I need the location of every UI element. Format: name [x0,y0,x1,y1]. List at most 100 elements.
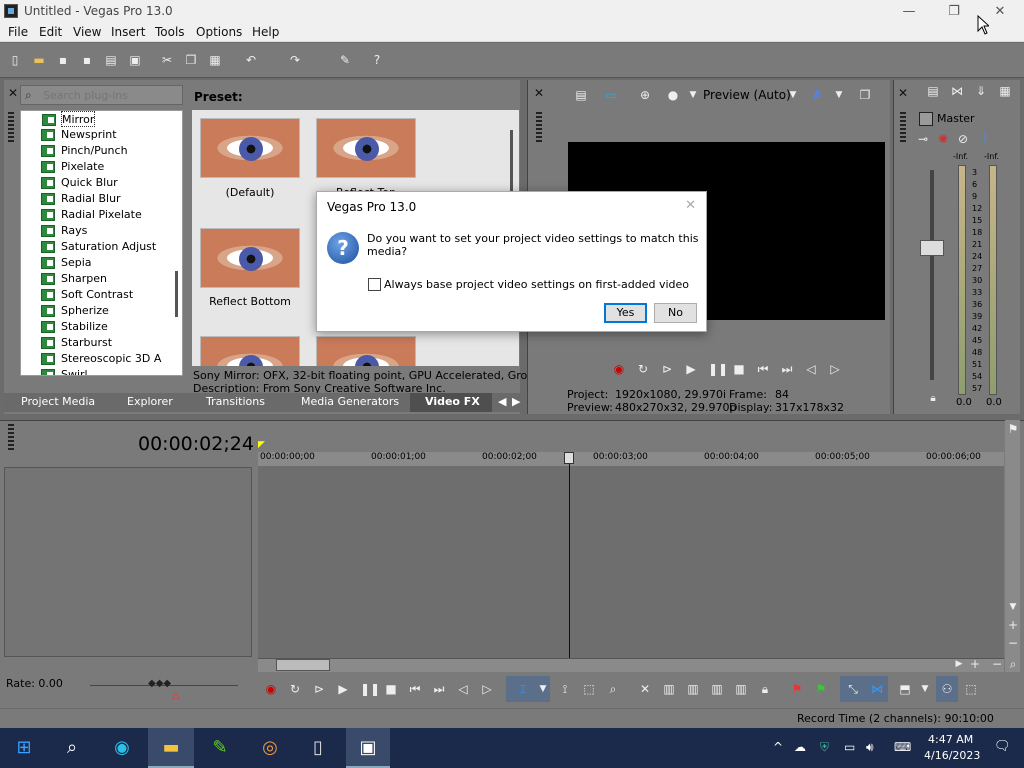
file-explorer-icon[interactable]: ▬ [157,734,185,762]
auto-crossfade-icon[interactable]: ⋈ [870,682,884,696]
stop-icon[interactable]: ■ [384,682,398,696]
menu-insert[interactable]: Insert [111,25,145,39]
edge-icon[interactable]: ◉ [108,734,136,762]
split-screen-icon[interactable]: ⊕ [638,88,652,102]
brush-icon[interactable]: ✎ [338,53,352,67]
master-fader-handle[interactable] [920,240,944,256]
ignore-grouping-icon[interactable]: ⬚ [964,682,978,696]
next-frame-icon[interactable]: ▷ [480,682,494,696]
rate-slider-handle-icon[interactable]: ◆◆◆ [148,678,171,689]
enable-snapping-icon[interactable]: ⤡ [846,682,860,696]
tree-item[interactable]: Stereoscopic 3D A [41,351,161,367]
tab-transitions[interactable]: Transitions [206,395,265,408]
loop-start-marker-icon[interactable]: ◤ [258,440,265,450]
go-to-end-icon[interactable]: ⏭ [780,362,794,376]
tree-item[interactable]: Starburst [41,335,112,351]
cloud-icon[interactable]: ☁ [794,740,806,754]
copy-snapshot-icon[interactable]: ❐ [858,88,872,102]
tree-item[interactable]: Swirl [41,367,88,375]
go-to-start-icon[interactable]: ⏮ [408,682,422,696]
search-icon[interactable]: ⌕ [58,734,86,762]
tree-item[interactable]: Radial Blur [41,191,121,207]
tree-item[interactable]: Saturation Adjust [41,239,156,255]
clock-time[interactable]: 4:47 AM [928,733,973,746]
insert-marker-icon[interactable]: ⚑ [790,682,804,696]
tree-item[interactable]: Radial Pixelate [41,207,142,223]
chrome-icon[interactable]: ◎ [256,734,284,762]
document-app-icon[interactable]: ▯ [304,734,332,762]
tray-overflow-icon[interactable]: ^ [773,740,783,754]
auto-ripple-icon[interactable]: ⬒ [898,682,912,696]
selection-tool-icon[interactable]: ⬚ [582,682,596,696]
solo-icon[interactable]: ! [978,132,992,146]
dialog-close-icon[interactable]: ✕ [685,198,696,213]
loop-icon[interactable]: ↻ [288,682,302,696]
scroll-right-icon[interactable]: ▶ [952,657,966,671]
lock-icon[interactable]: 🔒︎ [926,392,940,406]
tree-item[interactable]: Sepia [41,255,92,271]
copy-icon[interactable]: ❐ [184,53,198,67]
keyboard-icon[interactable]: ⌨ [894,740,911,754]
play-icon[interactable]: ▶ [684,362,698,376]
split-icon[interactable]: ▥ [686,682,700,696]
tab-explorer[interactable]: Explorer [127,395,173,408]
preview-quality-icon[interactable]: ● [666,88,680,102]
pause-icon[interactable]: ❚❚ [360,682,380,696]
tab-media-generators[interactable]: Media Generators [301,395,399,408]
tab-scroll-right-icon[interactable]: ▶ [512,395,520,408]
mixer-close-icon[interactable]: ✕ [898,86,908,100]
go-to-start-icon[interactable]: ⏮ [756,362,770,376]
next-frame-icon[interactable]: ▷ [828,362,842,376]
search-input[interactable] [43,88,179,103]
always-base-checkbox[interactable] [368,278,381,291]
timeline-v-scrollbar[interactable] [1005,420,1020,672]
zoom-tool-icon[interactable]: ⌕ [1006,657,1020,671]
network-icon[interactable]: ▭ [844,740,855,754]
time-ruler[interactable]: 00:00:00;00 00:00:01;00 00:00:02;00 00:0… [258,452,1004,466]
properties-icon[interactable]: ▣ [128,53,142,67]
overlays-icon[interactable]: # [810,88,824,102]
mute-icon[interactable]: ⊘ [956,132,970,146]
record-icon[interactable]: ◉ [264,682,278,696]
preview-mode-select[interactable]: Preview (Auto) [703,88,791,102]
preview-grip[interactable] [536,112,542,142]
maximize-button[interactable]: ❐ [931,0,977,23]
h-scroll-thumb[interactable] [276,659,330,671]
vegas-taskbar-icon[interactable]: ▣ [354,734,382,762]
menu-options[interactable]: Options [196,25,242,39]
dim-output-icon[interactable]: ⇓ [974,84,988,98]
paste-icon[interactable]: ▦ [208,53,222,67]
mixer-layout-icon[interactable]: ▦ [998,84,1012,98]
preset-thumb[interactable] [316,336,416,366]
record-icon[interactable]: ◉ [612,362,626,376]
minimize-button[interactable]: — [886,0,932,23]
zoom-in-vertical-icon[interactable]: + [1006,618,1020,632]
menu-edit[interactable]: Edit [39,25,62,39]
preview-mode-dropdown-icon[interactable]: ▼ [786,88,800,102]
volume-icon[interactable]: 🔊︎ [866,740,874,755]
envelope-tool-icon[interactable]: ⟟ [558,682,572,696]
always-base-checkbox-label[interactable]: Always base project video settings on fi… [384,278,689,291]
zoom-edit-tool-icon[interactable]: ⌕ [606,682,620,696]
new-file-icon[interactable]: ▯ [8,53,22,67]
zoom-out-vertical-icon[interactable]: − [1006,636,1020,650]
overlays-dropdown-icon[interactable]: ▼ [832,88,846,102]
preset-thumb-reflect-top[interactable] [316,118,416,178]
tree-v-scrollbar[interactable] [175,271,178,317]
tree-item[interactable]: Stabilize [41,319,108,335]
tree-item[interactable]: Pinch/Punch [41,143,128,159]
scroll-down-icon[interactable]: ▼ [1006,600,1020,614]
notepad-app-icon[interactable]: ✎ [206,734,234,762]
yes-button[interactable]: Yes [604,303,647,323]
trim-end-icon[interactable]: ▥ [734,682,748,696]
preset-thumb[interactable] [200,336,300,366]
preset-thumb-reflect-bottom[interactable] [200,228,300,288]
tab-project-media[interactable]: Project Media [21,395,95,408]
preset-thumb-default[interactable] [200,118,300,178]
timeline-tracks[interactable] [258,466,1004,658]
trim-icon[interactable]: ▥ [662,682,676,696]
render-icon[interactable]: ▤ [104,53,118,67]
previous-frame-icon[interactable]: ◁ [804,362,818,376]
undo-icon[interactable]: ↶ [244,53,258,67]
insert-region-icon[interactable]: ⚑ [814,682,828,696]
